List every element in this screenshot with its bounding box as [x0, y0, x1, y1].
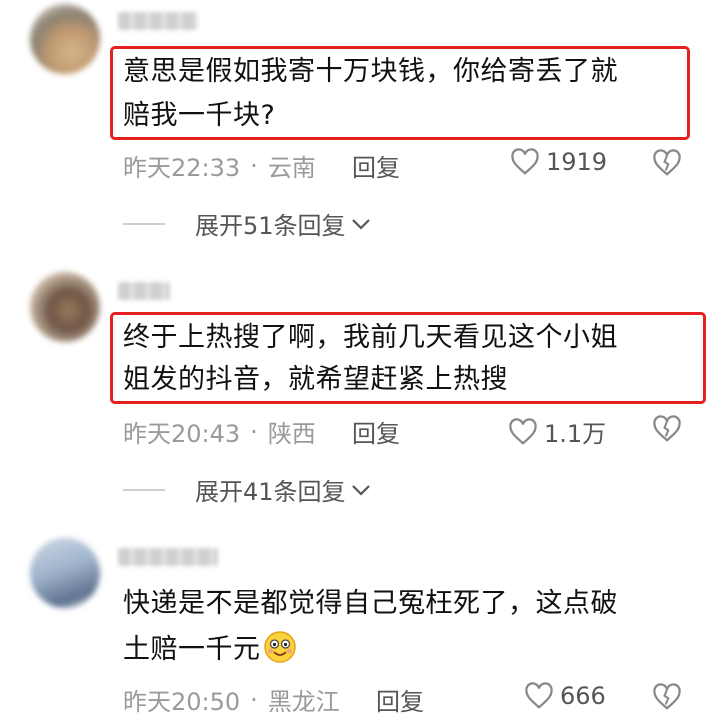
expand-replies-button[interactable]: 展开41条回复 [123, 472, 372, 507]
reply-button[interactable]: 回复 [352, 414, 400, 449]
comment-location: 黑龙江 [267, 688, 340, 716]
divider-line [123, 488, 165, 491]
smiley-emoji-icon [263, 631, 296, 663]
username-blurred[interactable] [118, 12, 198, 30]
comment-text-fragment: 土赔一千元 [123, 634, 261, 665]
comment-time: 昨天22:33 [123, 154, 241, 182]
comment-text-line: 快递是不是都觉得自己冤枉死了，这点破 [123, 588, 618, 619]
comment-location: 云南 [267, 154, 316, 182]
avatar[interactable] [30, 538, 100, 608]
heart-icon [511, 148, 539, 175]
meta-separator: · [250, 417, 258, 446]
dislike-icon[interactable] [652, 148, 682, 178]
comment-text-line: 土赔一千元 [123, 630, 297, 670]
comment-meta: 昨天22:33 · 云南 [123, 148, 316, 183]
comment-text-line: 终于上热搜了啊，我前几天看见这个小姐 [123, 322, 618, 353]
meta-separator: · [250, 151, 258, 180]
comment-text-line: 意思是假如我寄十万块钱，你给寄丢了就 [123, 56, 618, 87]
chevron-down-icon [351, 484, 370, 496]
comment-time: 昨天20:50 [123, 688, 241, 716]
username-blurred[interactable] [118, 548, 218, 566]
like-button[interactable]: 1919 [510, 148, 607, 176]
like-count: 1919 [546, 148, 608, 176]
avatar[interactable] [30, 272, 100, 342]
comment-text-line: 赔我一千块? [123, 100, 276, 131]
meta-separator: · [250, 685, 258, 714]
comment-location: 陕西 [267, 420, 316, 448]
dislike-icon[interactable] [652, 414, 682, 444]
chevron-down-icon [351, 218, 370, 230]
expand-replies-label: 展开51条回复 [195, 212, 346, 240]
comment-meta: 昨天20:43 · 陕西 [123, 414, 316, 449]
dislike-icon[interactable] [652, 682, 682, 712]
like-count: 666 [560, 682, 606, 710]
heart-icon [509, 417, 537, 445]
like-count: 1.1万 [544, 420, 607, 448]
expand-replies-label: 展开41条回复 [195, 478, 346, 506]
like-button[interactable]: 666 [524, 682, 606, 710]
username-blurred[interactable] [118, 282, 170, 300]
reply-button[interactable]: 回复 [376, 682, 424, 717]
like-button[interactable]: 1.1万 [508, 414, 606, 449]
heart-icon [525, 682, 553, 709]
comment-meta: 昨天20:50 · 黑龙江 [123, 682, 340, 717]
divider-line [123, 222, 165, 225]
comment-time: 昨天20:43 [123, 420, 241, 448]
avatar[interactable] [30, 4, 100, 74]
reply-button[interactable]: 回复 [352, 148, 400, 183]
comment-text-line: 姐发的抖音，就希望赶紧上热搜 [123, 364, 508, 395]
expand-replies-button[interactable]: 展开51条回复 [123, 206, 372, 241]
